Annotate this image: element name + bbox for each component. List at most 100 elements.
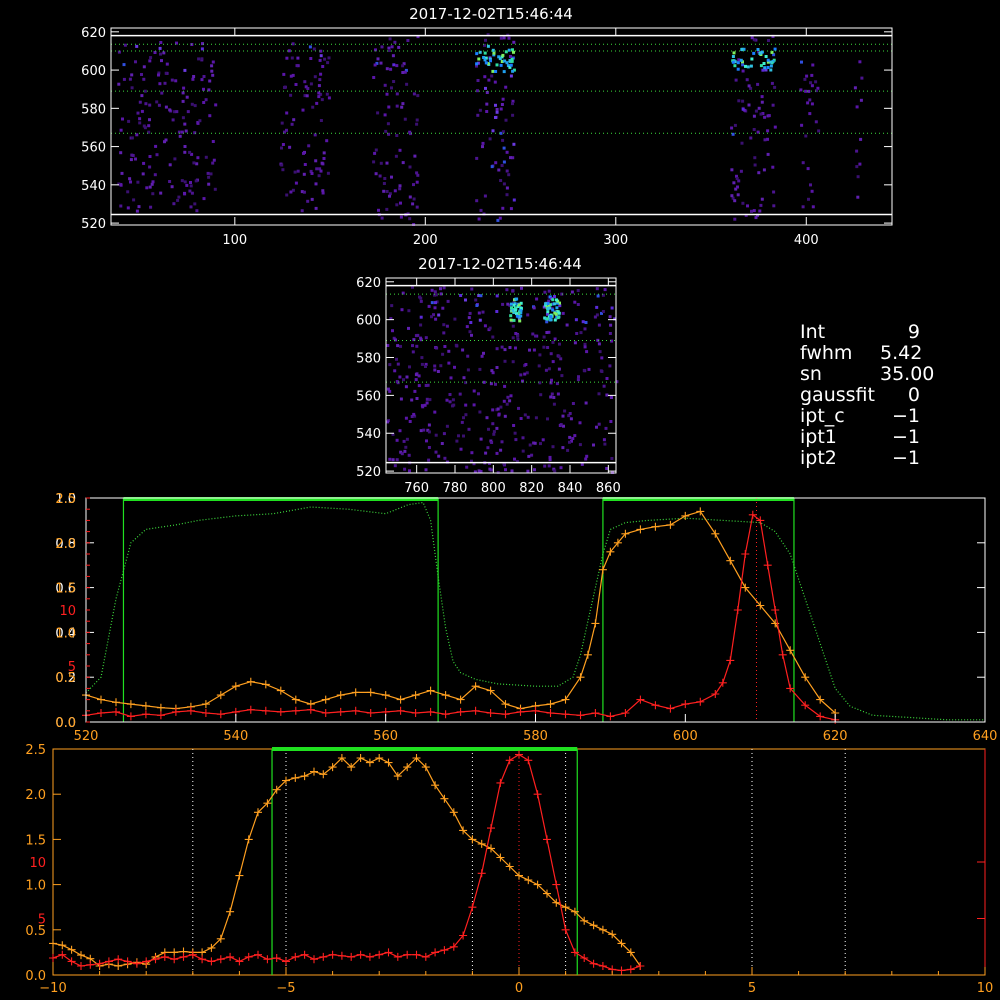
heatmap-pixel: [494, 103, 497, 107]
heatmap-pixel: [159, 191, 163, 195]
heatmap-pixel: [387, 105, 391, 109]
heatmap-pixel: [323, 57, 327, 61]
heatmap-pixel: [384, 129, 388, 133]
heatmap-pixel: [475, 199, 479, 203]
heatmap-pixel: [148, 118, 151, 122]
heatmap-pixel: [544, 368, 548, 372]
y2-tick-label: 0.0: [55, 716, 76, 731]
heatmap-pixel: [142, 65, 146, 69]
heatmap-pixel: [595, 287, 599, 291]
heatmap-pixel: [317, 95, 321, 99]
heatmap-pixel: [505, 150, 509, 154]
heatmap-pixel: [511, 102, 514, 106]
heatmap-pixel: [760, 100, 764, 104]
info-key: gaussfit: [800, 384, 875, 406]
top-image-title: 2017-12-02T15:46:44: [409, 5, 573, 23]
heatmap-pixel: [165, 62, 169, 66]
heatmap-pixel: [730, 168, 734, 172]
heatmap-pixel: [537, 364, 541, 368]
heatmap-pixel: [411, 202, 415, 206]
heatmap-pixel: [395, 458, 399, 462]
heatmap-pixel: [459, 447, 463, 451]
heatmap-pixel: [475, 62, 479, 66]
heatmap-pixel: [523, 372, 527, 376]
heatmap-pixel: [385, 67, 389, 71]
heatmap-pixel: [200, 47, 204, 51]
heatmap-pixel: [598, 350, 602, 354]
heatmap-pixel: [484, 61, 488, 65]
heatmap-pixel: [767, 114, 771, 118]
heatmap-pixel: [599, 369, 603, 373]
heatmap-pixel: [137, 205, 141, 209]
heatmap-pixel: [470, 287, 474, 291]
heatmap-pixel: [527, 454, 531, 458]
heatmap-pixel: [745, 78, 749, 82]
zoom-image-title: 2017-12-02T15:46:44: [418, 255, 582, 273]
heatmap-pixel: [505, 193, 509, 197]
heatmap-pixel: [505, 186, 509, 190]
heatmap-pixel: [302, 172, 306, 176]
heatmap-pixel: [414, 378, 418, 382]
heatmap-pixel: [382, 182, 386, 185]
heatmap-pixel: [526, 415, 530, 419]
heatmap-pixel: [478, 108, 482, 112]
heatmap-pixel: [574, 318, 578, 322]
heatmap-pixel: [501, 53, 505, 57]
heatmap-pixel: [509, 74, 513, 78]
heatmap-pixel: [405, 82, 409, 86]
heatmap-pixel: [609, 420, 613, 423]
heatmap-pixel: [741, 99, 745, 103]
heatmap-pixel: [520, 286, 523, 290]
heatmap-pixel: [442, 323, 446, 327]
heatmap-pixel: [483, 75, 487, 79]
heatmap-pixel: [399, 344, 402, 348]
y2-tick-label: 1.5: [55, 582, 76, 597]
heatmap-pixel: [314, 182, 318, 186]
x-tick-label: 820: [519, 481, 544, 496]
heatmap-pixel: [445, 324, 449, 328]
heatmap-pixel: [546, 310, 550, 314]
heatmap-pixel: [482, 56, 486, 59]
heatmap-pixel: [501, 97, 505, 101]
heatmap-pixel: [164, 105, 168, 109]
heatmap-pixel: [568, 440, 571, 444]
heatmap-pixel: [542, 335, 546, 339]
heatmap-pixel: [402, 439, 406, 443]
heatmap-pixel: [487, 427, 490, 431]
heatmap-pixel: [480, 354, 484, 358]
heatmap-pixel: [585, 454, 589, 458]
heatmap-pixel: [443, 456, 447, 460]
x-tick-label: 560: [373, 729, 398, 744]
info-value: −1: [891, 426, 920, 448]
heatmap-pixel: [477, 469, 481, 473]
heatmap-pixel: [200, 78, 204, 82]
info-value: −1: [891, 447, 920, 469]
heatmap-pixel: [126, 190, 130, 194]
heatmap-pixel: [767, 39, 770, 42]
heatmap-pixel: [326, 61, 330, 65]
heatmap-pixel: [176, 198, 180, 202]
heatmap-pixel: [513, 457, 516, 461]
heatmap-pixel: [609, 396, 613, 399]
heatmap-pixel: [189, 184, 193, 188]
heatmap-pixel: [479, 294, 483, 298]
heatmap-pixel: [377, 208, 380, 212]
heatmap-pixel: [193, 104, 197, 108]
heatmap-pixel: [730, 194, 734, 198]
heatmap-pixel: [433, 364, 437, 368]
x-tick-label: 0: [515, 981, 523, 996]
heatmap-pixel: [736, 67, 740, 71]
heatmap-pixel: [772, 204, 776, 208]
heatmap-pixel: [398, 187, 402, 191]
heatmap-pixel: [731, 132, 735, 136]
info-row-ipt2: ipt2 −1: [800, 448, 934, 469]
y-tick-label: 520: [81, 217, 106, 232]
heatmap-pixel: [550, 378, 553, 382]
heatmap-pixel: [442, 432, 446, 436]
heatmap-pixel: [497, 412, 501, 416]
heatmap-pixel: [491, 69, 495, 73]
heatmap-pixel: [556, 392, 560, 396]
heatmap-pixel: [404, 385, 408, 389]
heatmap-pixel: [495, 366, 499, 369]
heatmap-pixel: [207, 182, 211, 186]
